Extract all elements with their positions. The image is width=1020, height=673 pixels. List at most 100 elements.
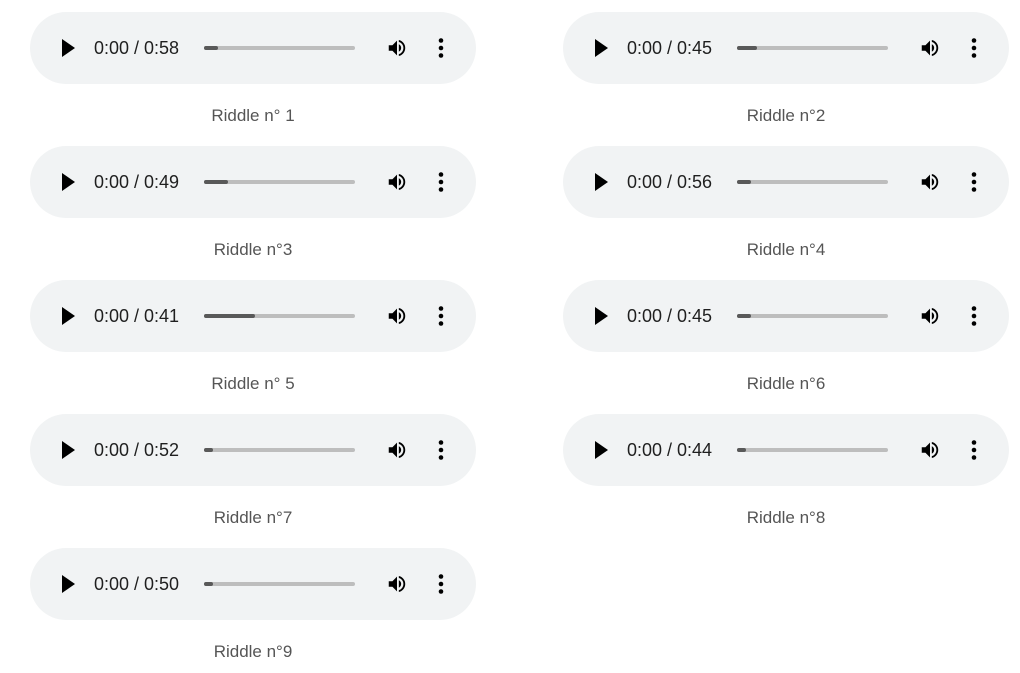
progress-fill [204, 180, 229, 184]
play-button[interactable] [54, 34, 82, 62]
time-display: 0:00 / 0:45 [627, 38, 713, 58]
progress-slider[interactable] [204, 582, 355, 586]
more-options-icon [438, 574, 444, 594]
audio-player: 0:00 / 0:50 [30, 548, 476, 620]
more-options-button[interactable] [430, 571, 452, 597]
progress-fill [204, 314, 256, 318]
progress-slider[interactable] [204, 448, 355, 452]
audio-player: 0:00 / 0:45 [563, 280, 1009, 352]
more-options-icon [971, 440, 977, 460]
progress-fill [737, 448, 747, 452]
play-button[interactable] [54, 570, 82, 598]
progress-slider[interactable] [204, 46, 355, 50]
riddle-item: 0:00 / 0:45 Riddle n°2 [563, 12, 1009, 127]
play-button[interactable] [54, 436, 82, 464]
time-display: 0:00 / 0:50 [94, 574, 180, 594]
time-display: 0:00 / 0:56 [627, 172, 713, 192]
riddle-item: 0:00 / 0:45 Riddle n°6 [563, 280, 1009, 395]
play-button[interactable] [54, 302, 82, 330]
play-icon [62, 39, 75, 57]
volume-button[interactable] [917, 169, 943, 195]
volume-icon [388, 575, 406, 593]
riddle-caption: Riddle n°2 [746, 106, 826, 125]
progress-fill [737, 314, 751, 318]
volume-button[interactable] [384, 571, 410, 597]
riddle-item: 0:00 / 0:56 Riddle n°4 [563, 146, 1009, 261]
more-options-icon [438, 440, 444, 460]
play-icon [62, 575, 75, 593]
volume-icon [388, 39, 406, 57]
progress-slider[interactable] [204, 314, 355, 318]
riddle-caption: Riddle n°9 [213, 642, 293, 661]
volume-icon [388, 307, 406, 325]
audio-player: 0:00 / 0:44 [563, 414, 1009, 486]
play-button[interactable] [587, 436, 615, 464]
volume-button[interactable] [917, 303, 943, 329]
time-display: 0:00 / 0:41 [94, 306, 180, 326]
more-options-button[interactable] [963, 437, 985, 463]
more-options-icon [971, 306, 977, 326]
progress-slider[interactable] [737, 448, 888, 452]
more-options-button[interactable] [963, 35, 985, 61]
more-options-button[interactable] [430, 35, 452, 61]
more-options-button[interactable] [430, 437, 452, 463]
volume-icon [388, 173, 406, 191]
volume-icon [921, 307, 939, 325]
time-display: 0:00 / 0:58 [94, 38, 180, 58]
play-icon [62, 307, 75, 325]
audio-player: 0:00 / 0:41 [30, 280, 476, 352]
more-options-icon [438, 38, 444, 58]
riddle-grid: 0:00 / 0:58 Riddle n° 1 0:00 / 0:45 Ridd… [0, 0, 1020, 673]
play-button[interactable] [587, 302, 615, 330]
more-options-button[interactable] [430, 303, 452, 329]
more-options-icon [971, 38, 977, 58]
more-options-button[interactable] [963, 169, 985, 195]
play-button[interactable] [54, 168, 82, 196]
progress-fill [204, 448, 214, 452]
play-icon [595, 307, 608, 325]
time-display: 0:00 / 0:52 [94, 440, 180, 460]
volume-icon [921, 39, 939, 57]
volume-icon [921, 173, 939, 191]
riddle-caption: Riddle n°4 [746, 240, 826, 259]
play-icon [595, 173, 608, 191]
progress-slider[interactable] [737, 314, 888, 318]
riddle-caption: Riddle n° 1 [211, 106, 295, 125]
more-options-icon [438, 172, 444, 192]
volume-button[interactable] [384, 303, 410, 329]
riddle-item: 0:00 / 0:44 Riddle n°8 [563, 414, 1009, 529]
more-options-button[interactable] [963, 303, 985, 329]
riddle-caption: Riddle n°3 [213, 240, 293, 259]
play-button[interactable] [587, 34, 615, 62]
progress-slider[interactable] [737, 180, 888, 184]
more-options-button[interactable] [430, 169, 452, 195]
riddle-item: 0:00 / 0:49 Riddle n°3 [30, 146, 476, 261]
riddle-item: 0:00 / 0:52 Riddle n°7 [30, 414, 476, 529]
play-icon [62, 173, 75, 191]
volume-button[interactable] [384, 35, 410, 61]
time-display: 0:00 / 0:49 [94, 172, 180, 192]
riddle-caption: Riddle n° 5 [211, 374, 295, 393]
riddle-item: 0:00 / 0:58 Riddle n° 1 [30, 12, 476, 127]
volume-button[interactable] [917, 437, 943, 463]
volume-icon [921, 441, 939, 459]
time-display: 0:00 / 0:45 [627, 306, 713, 326]
audio-player: 0:00 / 0:49 [30, 146, 476, 218]
play-button[interactable] [587, 168, 615, 196]
riddle-item: 0:00 / 0:41 Riddle n° 5 [30, 280, 476, 395]
progress-slider[interactable] [737, 46, 888, 50]
audio-player: 0:00 / 0:45 [563, 12, 1009, 84]
audio-player: 0:00 / 0:56 [563, 146, 1009, 218]
volume-button[interactable] [384, 169, 410, 195]
more-options-icon [438, 306, 444, 326]
riddle-item: 0:00 / 0:50 Riddle n°9 [30, 548, 476, 663]
progress-fill [737, 180, 751, 184]
progress-slider[interactable] [204, 180, 355, 184]
progress-fill [737, 46, 757, 50]
volume-button[interactable] [917, 35, 943, 61]
riddle-caption: Riddle n°7 [213, 508, 293, 527]
volume-button[interactable] [384, 437, 410, 463]
progress-fill [204, 46, 218, 50]
audio-player: 0:00 / 0:58 [30, 12, 476, 84]
time-display: 0:00 / 0:44 [627, 440, 713, 460]
